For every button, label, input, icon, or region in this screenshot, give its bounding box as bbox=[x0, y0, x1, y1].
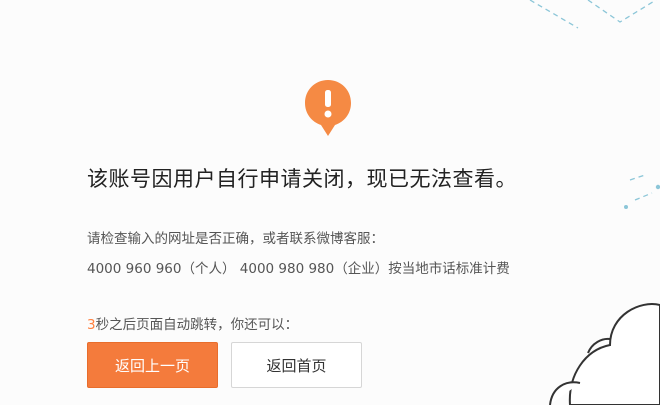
redirect-countdown: 3 bbox=[87, 317, 96, 333]
help-text: 请检查输入的网址是否正确，或者联系微博客服： bbox=[87, 231, 384, 247]
decorative-dashed-lines bbox=[529, 0, 657, 29]
back-button[interactable]: 返回上一页 bbox=[87, 342, 218, 388]
page-title: 该账号因用户自行申请关闭，现已无法查看。 bbox=[87, 167, 517, 191]
customer-service-hotline: 4000 960 960（个人） 4000 980 980（企业）按当地市话标准… bbox=[87, 261, 510, 277]
redirect-notice: 3秒之后页面自动跳转，你还可以： bbox=[87, 313, 298, 333]
redirect-text: 秒之后页面自动跳转，你还可以： bbox=[95, 317, 299, 333]
exclamation-icon bbox=[305, 80, 351, 136]
decorative-cloud bbox=[549, 175, 660, 405]
home-button[interactable]: 返回首页 bbox=[231, 342, 362, 388]
error-page: 该账号因用户自行申请关闭，现已无法查看。 请检查输入的网址是否正确，或者联系微博… bbox=[0, 0, 660, 405]
